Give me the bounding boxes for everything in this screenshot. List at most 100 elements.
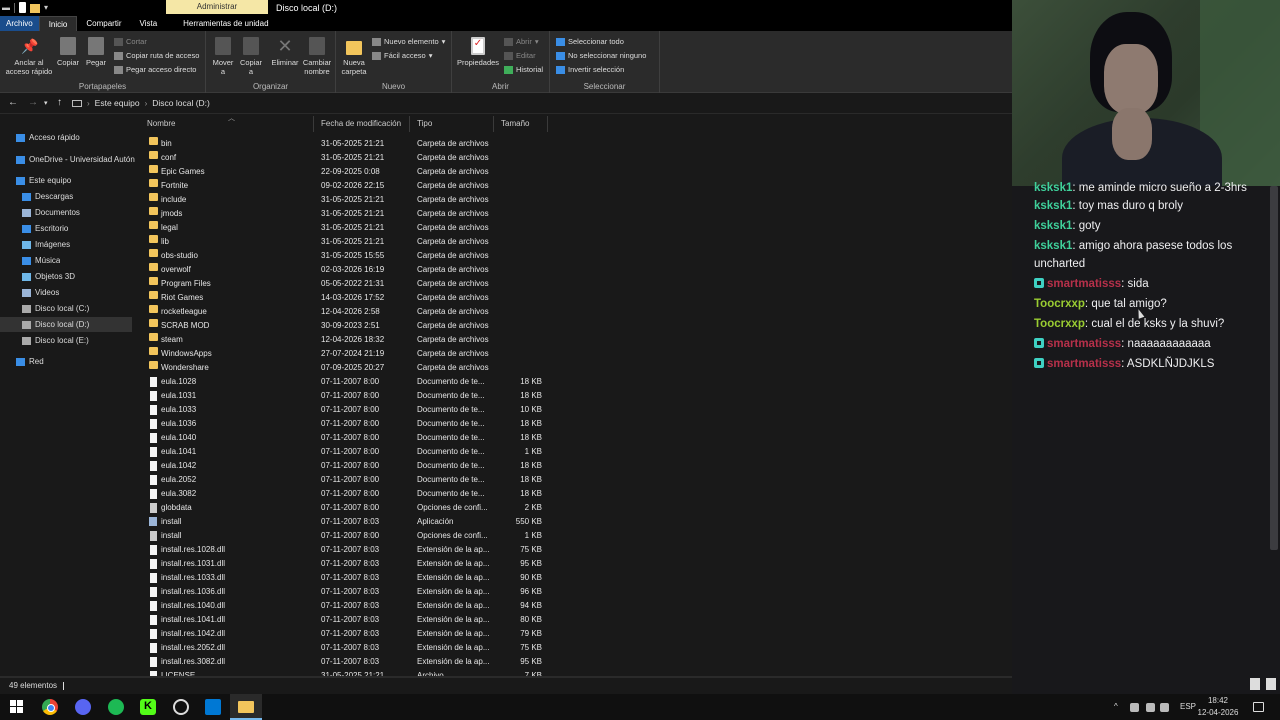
file-row[interactable]: overwolf 02-03-2026 16:19 Carpeta de archi… [140, 263, 560, 277]
file-row[interactable]: eula.1040 07-11-2007 8:00 Documento de te.… [140, 431, 560, 445]
properties-button[interactable]: Propiedades [456, 37, 500, 67]
file-row[interactable]: install.res.1031.dll 07-11-2007 8:03 Exten… [140, 557, 560, 571]
new-item-button[interactable]: Nuevo elemento ▾ [372, 37, 445, 47]
forward-arrow-icon[interactable]: → [28, 97, 38, 108]
invert-selection-button[interactable]: Invertir selección [556, 65, 624, 75]
chat-username[interactable]: Toocrxxp [1034, 298, 1085, 310]
new-folder-quick-icon[interactable] [30, 3, 40, 13]
file-row[interactable]: steam 12-04-2026 18:32 Carpeta de archivos [140, 333, 560, 347]
nav-item[interactable]: Escritorio [22, 221, 68, 236]
easy-access-button[interactable]: Fácil acceso ▾ [372, 51, 432, 61]
nav-item[interactable]: Música [22, 253, 60, 268]
column-header-size[interactable]: Tamaño [494, 116, 548, 132]
select-all-button[interactable]: Seleccionar todo [556, 37, 624, 47]
rename-button[interactable]: Cambiar nombre [301, 37, 333, 76]
cut-button[interactable]: Cortar [114, 37, 147, 47]
nav-item[interactable]: Videos [22, 285, 59, 300]
file-row[interactable]: obs-studio 31-05-2025 15:55 Carpeta de arc… [140, 249, 560, 263]
edit-button[interactable]: Editar [504, 51, 536, 61]
file-row[interactable]: install.res.1028.dll 07-11-2007 8:03 Exten… [140, 543, 560, 557]
file-row[interactable]: install 07-11-2007 8:00 Opciones de confi.… [140, 529, 560, 543]
file-row[interactable]: conf 31-05-2025 21:21 Carpeta de archivos [140, 151, 560, 165]
chat-scrollbar[interactable] [1270, 186, 1278, 550]
select-none-button[interactable]: No seleccionar ninguno [556, 51, 646, 61]
vscode-icon[interactable] [205, 699, 221, 715]
breadcrumb-este-equipo[interactable]: Este equipo [95, 98, 140, 108]
spotify-icon[interactable] [108, 699, 124, 715]
file-row[interactable]: include 31-05-2025 21:21 Carpeta de archiv… [140, 193, 560, 207]
file-row[interactable]: install.res.2052.dll 07-11-2007 8:03 Exten… [140, 641, 560, 655]
file-row[interactable]: eula.2052 07-11-2007 8:00 Documento de te.… [140, 473, 560, 487]
copy-button[interactable]: Copiar [56, 37, 80, 67]
delete-button[interactable]: ✕ Eliminar [270, 37, 300, 67]
tab-herramientas-de-unidad[interactable]: Herramientas de unidad [174, 16, 277, 31]
nav-item[interactable]: Documentos [22, 205, 80, 220]
chat-username[interactable]: smartmatisss [1047, 358, 1121, 370]
file-row[interactable]: install.res.1042.dll 07-11-2007 8:03 Exten… [140, 627, 560, 641]
file-row[interactable]: install.res.1033.dll 07-11-2007 8:03 Exten… [140, 571, 560, 585]
tab-compartir[interactable]: Compartir [77, 16, 130, 31]
file-row[interactable]: WindowsApps 27-07-2024 21:19 Carpeta de ar… [140, 347, 560, 361]
file-row[interactable]: install.res.1041.dll 07-11-2007 8:03 Exten… [140, 613, 560, 627]
file-row[interactable]: globdata 07-11-2007 8:00 Opciones de confi… [140, 501, 560, 515]
breadcrumb[interactable]: › Este equipo › Disco local (D:) [72, 98, 210, 108]
nav-item[interactable]: Imágenes [22, 237, 70, 252]
kick-icon[interactable] [140, 699, 156, 715]
move-to-button[interactable]: Mover a [210, 37, 236, 76]
chat-username[interactable]: smartmatisss [1047, 278, 1121, 290]
file-row[interactable]: eula.1042 07-11-2007 8:00 Documento de te.… [140, 459, 560, 473]
tab-vista[interactable]: Vista [131, 16, 167, 31]
file-row[interactable]: lib 31-05-2025 21:21 Carpeta de archivos [140, 235, 560, 249]
file-explorer-icon[interactable] [238, 701, 254, 713]
chat-username[interactable]: ksksk1 [1034, 240, 1072, 252]
back-arrow-icon[interactable]: ← [8, 97, 18, 108]
windows-start-icon[interactable] [10, 700, 23, 713]
file-row[interactable]: eula.3082 07-11-2007 8:00 Documento de te.… [140, 487, 560, 501]
new-folder-button[interactable]: Nueva carpeta [340, 37, 368, 76]
file-row[interactable]: install.res.1040.dll 07-11-2007 8:03 Exten… [140, 599, 560, 613]
notification-center-icon[interactable] [1253, 702, 1264, 712]
file-row[interactable]: jmods 31-05-2025 21:21 Carpeta de archivos [140, 207, 560, 221]
copy-to-button[interactable]: Copiar a [238, 37, 264, 76]
contextual-tab-title[interactable]: Administrar [166, 0, 268, 14]
paste-button[interactable]: Pegar [84, 37, 108, 67]
nav-item[interactable]: Red [16, 354, 44, 369]
discord-icon[interactable] [75, 699, 91, 715]
chat-username[interactable]: smartmatisss [1047, 338, 1121, 350]
breadcrumb-disco-d[interactable]: Disco local (D:) [152, 98, 210, 108]
volume-icon[interactable] [1160, 703, 1169, 712]
file-row[interactable]: Wondershare 07-09-2025 20:27 Carpeta de ar… [140, 361, 560, 375]
column-header-type[interactable]: Tipo [410, 116, 494, 132]
file-row[interactable]: eula.1031 07-11-2007 8:00 Documento de te.… [140, 389, 560, 403]
file-row[interactable]: install.res.1036.dll 07-11-2007 8:03 Exten… [140, 585, 560, 599]
file-row[interactable]: eula.1028 07-11-2007 8:00 Documento de te.… [140, 375, 560, 389]
file-row[interactable]: eula.1036 07-11-2007 8:00 Documento de te.… [140, 417, 560, 431]
file-row[interactable]: Program Files 05-05-2022 21:31 Carpeta de … [140, 277, 560, 291]
file-row[interactable]: legal 31-05-2025 21:21 Carpeta de archivos [140, 221, 560, 235]
tray-app-icon[interactable] [1130, 703, 1139, 712]
pin-quick-access-button[interactable]: 📌 Anclar al acceso rápido [4, 37, 54, 76]
tab-inicio[interactable]: Inicio [38, 16, 78, 31]
show-hidden-icons-icon[interactable]: ^ [1114, 694, 1118, 720]
nav-item[interactable]: OneDrive - Universidad Autón [16, 152, 135, 167]
file-row[interactable]: Fortnite 09-02-2026 22:15 Carpeta de archi… [140, 179, 560, 193]
file-row[interactable]: eula.1041 07-11-2007 8:00 Documento de te.… [140, 445, 560, 459]
file-row[interactable]: SCRAB MOD 30-09-2023 2:51 Carpeta de archi… [140, 319, 560, 333]
taskbar-clock[interactable]: 18:42 12-04-2026 [1196, 695, 1240, 719]
customize-toolbar-icon[interactable]: ▾ [44, 3, 48, 13]
copy-path-button[interactable]: Copiar ruta de acceso [114, 51, 199, 61]
nav-item[interactable]: Descargas [22, 189, 73, 204]
file-row[interactable]: Epic Games 22-09-2025 0:08 Carpeta de arch… [140, 165, 560, 179]
paste-shortcut-button[interactable]: Pegar acceso directo [114, 65, 196, 75]
properties-quick-icon[interactable] [19, 2, 26, 13]
nav-item[interactable]: Objetos 3D [22, 269, 75, 284]
up-arrow-icon[interactable]: ↑ [57, 97, 62, 108]
file-row[interactable]: install 07-11-2007 8:03 Aplicación 550 KB [140, 515, 560, 529]
chrome-icon[interactable] [42, 699, 58, 715]
nav-item[interactable]: Disco local (E:) [22, 333, 89, 348]
recent-locations-chevron-icon[interactable]: ▾ [44, 99, 48, 107]
details-view-icon[interactable] [1250, 678, 1260, 690]
wifi-icon[interactable] [1146, 703, 1155, 712]
nav-item[interactable]: Este equipo [16, 173, 71, 188]
file-row[interactable]: rocketleague 12-04-2026 2:58 Carpeta de ar… [140, 305, 560, 319]
